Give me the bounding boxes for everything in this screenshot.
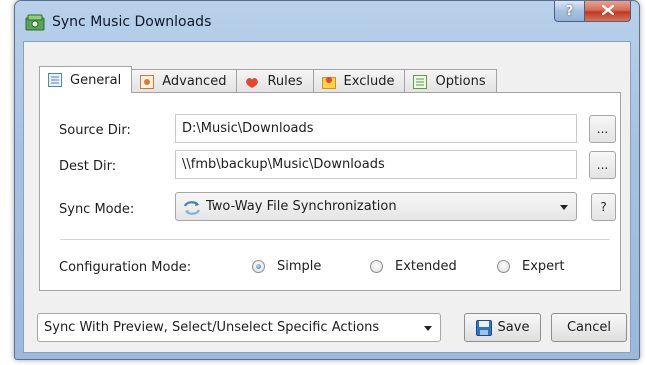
browse-label: ... bbox=[596, 158, 609, 172]
close-button[interactable] bbox=[585, 1, 631, 22]
sync-action-dropdown[interactable]: Sync With Preview, Select/Unselect Speci… bbox=[37, 313, 441, 342]
radio-button-unchecked bbox=[370, 260, 383, 273]
sync-action-value: Sync With Preview, Select/Unselect Speci… bbox=[44, 320, 380, 335]
tab-options-label: Options bbox=[435, 74, 486, 89]
tab-strip: General Advanced Rules Exclude Options bbox=[39, 66, 497, 93]
tab-general[interactable]: General bbox=[39, 66, 133, 93]
general-icon bbox=[48, 73, 62, 87]
music-sync-icon bbox=[25, 13, 45, 31]
radio-simple[interactable]: Simple bbox=[252, 259, 321, 274]
radio-button-checked bbox=[252, 260, 265, 273]
close-icon bbox=[601, 4, 614, 19]
cancel-label: Cancel bbox=[566, 320, 612, 335]
sync-mode-dropdown[interactable]: Two-Way File Synchronization bbox=[175, 192, 577, 221]
source-dir-label: Source Dir: bbox=[59, 123, 131, 138]
chevron-down-icon bbox=[424, 326, 432, 331]
save-label: Save bbox=[497, 320, 530, 335]
title-bar[interactable]: Sync Music Downloads ? bbox=[15, 1, 639, 41]
rules-icon bbox=[245, 75, 259, 89]
cancel-button[interactable]: Cancel bbox=[551, 313, 627, 342]
source-dir-field[interactable]: D:\Music\Downloads bbox=[175, 114, 577, 143]
radio-extended[interactable]: Extended bbox=[370, 259, 457, 274]
floppy-disk-icon bbox=[475, 319, 492, 336]
dest-dir-label: Dest Dir: bbox=[59, 159, 117, 174]
save-button[interactable]: Save bbox=[464, 313, 541, 342]
tab-rules-label: Rules bbox=[267, 74, 303, 89]
help-icon: ? bbox=[565, 3, 574, 19]
tab-exclude-label: Exclude bbox=[343, 74, 395, 89]
radio-expert[interactable]: Expert bbox=[497, 259, 565, 274]
tab-options[interactable]: Options bbox=[404, 69, 497, 93]
browse-label: ... bbox=[596, 122, 609, 136]
sync-mode-help-button[interactable]: ? bbox=[591, 193, 616, 221]
tab-advanced[interactable]: Advanced bbox=[131, 69, 238, 93]
radio-expert-label: Expert bbox=[522, 259, 565, 274]
sync-mode-label: Sync Mode: bbox=[59, 202, 135, 217]
chevron-down-icon bbox=[560, 205, 568, 210]
title-buttons: ? bbox=[554, 1, 631, 23]
tab-exclude[interactable]: Exclude bbox=[312, 69, 406, 93]
help-icon: ? bbox=[600, 200, 607, 214]
options-icon bbox=[413, 74, 428, 89]
radio-button-unchecked bbox=[497, 260, 510, 273]
tab-general-label: General bbox=[70, 72, 122, 88]
tab-rules[interactable]: Rules bbox=[236, 69, 314, 93]
sync-arrows-icon bbox=[183, 199, 201, 226]
help-button[interactable]: ? bbox=[554, 1, 585, 22]
divider bbox=[60, 239, 610, 241]
config-mode-label: Configuration Mode: bbox=[59, 260, 192, 275]
tab-advanced-label: Advanced bbox=[162, 74, 227, 89]
radio-extended-label: Extended bbox=[395, 259, 457, 274]
dest-browse-button[interactable]: ... bbox=[589, 151, 616, 179]
radio-simple-label: Simple bbox=[277, 259, 322, 274]
window-title: Sync Music Downloads bbox=[52, 14, 212, 30]
exclude-icon bbox=[321, 75, 336, 89]
source-browse-button[interactable]: ... bbox=[589, 115, 616, 143]
dialog-client: General Advanced Rules Exclude Options S… bbox=[23, 41, 631, 353]
advanced-icon bbox=[140, 74, 155, 89]
general-panel: Source Dir: D:\Music\Downloads ... Dest … bbox=[39, 92, 621, 291]
app-window: Sync Music Downloads ? General Advanced … bbox=[14, 0, 640, 360]
sync-mode-value: Two-Way File Synchronization bbox=[206, 199, 397, 214]
dest-dir-field[interactable]: \\fmb\backup\Music\Downloads bbox=[175, 150, 577, 179]
